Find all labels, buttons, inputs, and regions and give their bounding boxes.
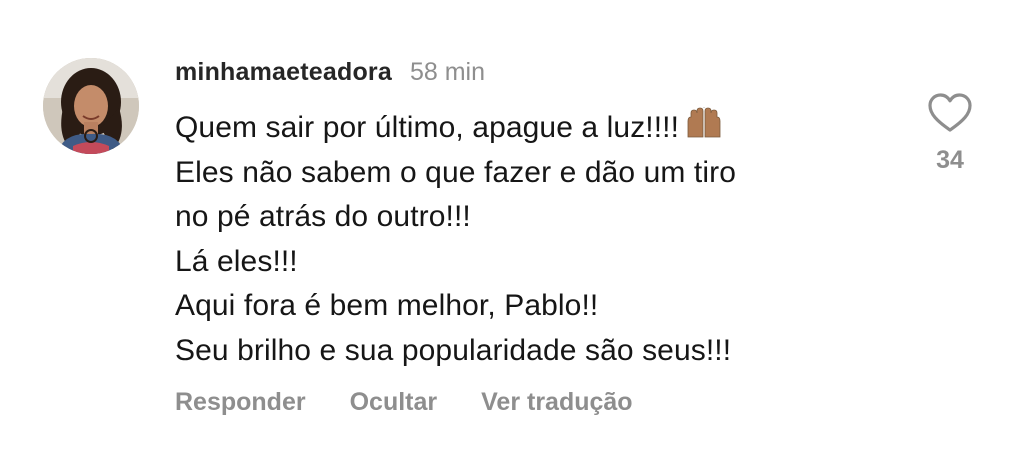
comment-line: Eles não sabem o que fazer e dão um tiro	[175, 155, 736, 189]
heart-icon[interactable]	[927, 92, 973, 134]
like-control: 34	[924, 92, 976, 175]
comment-line: Quem sair por último, apague a luz!!!!	[175, 106, 895, 151]
raising-hands-icon	[687, 107, 721, 138]
comment-header: minhamaeteadora 58 min	[175, 58, 485, 88]
comment-actions: Responder Ocultar Ver tradução	[175, 388, 677, 417]
comment-text: Quem sair por último, apague a luz!!!! E…	[175, 106, 895, 373]
timestamp: 58 min	[409, 58, 486, 86]
comment-line: no pé atrás do outro!!!	[175, 200, 471, 233]
hide-button[interactable]: Ocultar	[350, 388, 438, 417]
avatar[interactable]	[43, 58, 139, 154]
comment-item: minhamaeteadora 58 min Quem sair por últ…	[0, 0, 1024, 460]
avatar-image	[43, 58, 139, 154]
comment-line: Lá eles!!!	[175, 244, 298, 278]
like-count: 34	[936, 146, 964, 174]
translate-button[interactable]: Ver tradução	[481, 388, 632, 417]
comment-line: Seu brilho e sua popularidade são seus!!…	[175, 333, 732, 367]
comment-line: Aqui fora é bem melhor, Pablo!!	[175, 289, 599, 322]
username[interactable]: minhamaeteadora	[175, 58, 392, 87]
reply-button[interactable]: Responder	[175, 388, 306, 417]
